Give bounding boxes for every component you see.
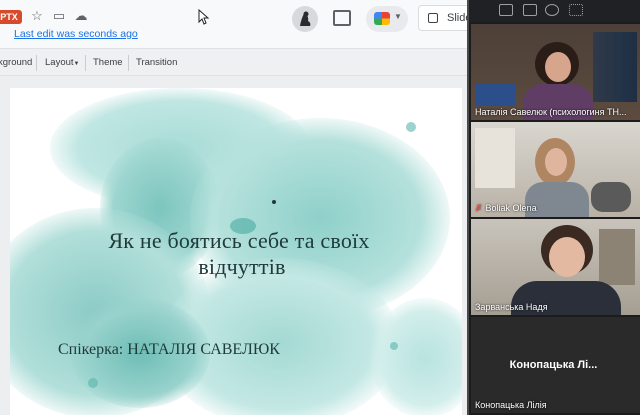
toolbar-divider [128,55,129,71]
layout-label: Layout [45,57,74,68]
format-toolbar: kground Layout▼ Theme Transition [0,48,470,76]
participant-tile[interactable]: Конопацька Лі... Конопацька Лілія [471,317,640,413]
slide-speaker: Спікерка: НАТАЛІЯ САВЕЛЮК [58,341,280,358]
toolbar-divider [36,55,37,71]
top-toolbar: PTX ☆ ▭ ☁ Last edit was seconds ago ▼ Sl… [0,0,470,48]
slide-title: Як не боятись себе та своїх відчуттів [10,228,462,281]
star-icon[interactable]: ☆ [30,9,44,23]
layout-icon[interactable] [523,4,537,16]
background-button[interactable]: kground [0,57,32,68]
slide-canvas[interactable]: Як не боятись себе та своїх відчуттів Сп… [10,88,462,415]
participant-name: Зарванська Надя [475,302,548,312]
background-object [475,84,515,106]
participant-face [549,237,585,277]
participant-tile[interactable]: ✗ Boliak Olena [471,122,640,217]
participant-name: Конопацька Лілія [475,400,547,410]
bookshelf [593,32,637,102]
video-call-panel: Наталія Савелюк (психологиня ТН... ✗ Boli… [467,0,640,415]
mouse-cursor-icon [198,9,210,25]
slide-title-line: Як не боятись себе та своїх [108,228,370,253]
grid-view-icon[interactable] [569,4,583,16]
slide-title-line: відчуттів [198,254,286,280]
cloud-status-icon[interactable]: ☁ [74,9,88,23]
participant-display-name: Конопацька Лі... [509,359,598,371]
chevron-down-icon: ▼ [394,12,402,21]
participant-face [545,148,567,176]
settings-icon[interactable] [545,4,559,16]
participant-name: Наталія Савелюк (психологиня ТН... [475,107,627,117]
meet-button[interactable]: ▼ [366,6,408,32]
participant-tile[interactable]: Наталія Савелюк (психологиня ТН... [471,24,640,120]
slideshow-button[interactable]: Slide [418,5,470,31]
meet-camera-icon [374,12,390,25]
move-to-folder-icon[interactable]: ▭ [52,9,66,23]
participant-tile[interactable]: Зарванська Надя [471,219,640,315]
participant-name: ✗ Boliak Olena [475,203,537,214]
call-toolbar [469,0,640,22]
present-icon [428,13,438,23]
slides-editor: PTX ☆ ▭ ☁ Last edit was seconds ago ▼ Sl… [0,0,470,415]
watercolor-dot [406,122,416,132]
background-object [591,182,631,212]
participant-name-text: Boliak Olena [485,203,537,213]
toolbar-divider [85,55,86,71]
user-avatar[interactable] [292,6,318,32]
comment-icon[interactable] [333,10,351,26]
theme-button[interactable]: Theme [93,57,123,68]
mic-off-icon: ✗ [475,203,483,213]
last-edit-link[interactable]: Last edit was seconds ago [14,28,138,40]
watercolor-dot [88,378,98,388]
watercolor-dot [272,200,276,204]
participant-face [545,52,571,82]
chat-icon[interactable] [499,4,513,16]
watercolor-dot [390,342,398,350]
background-object [599,229,635,285]
layout-menu[interactable]: Layout▼ [45,57,79,68]
chevron-down-icon: ▼ [73,61,80,67]
file-type-badge: PTX [0,10,22,24]
background-object [475,128,515,188]
transition-button[interactable]: Transition [136,57,177,68]
